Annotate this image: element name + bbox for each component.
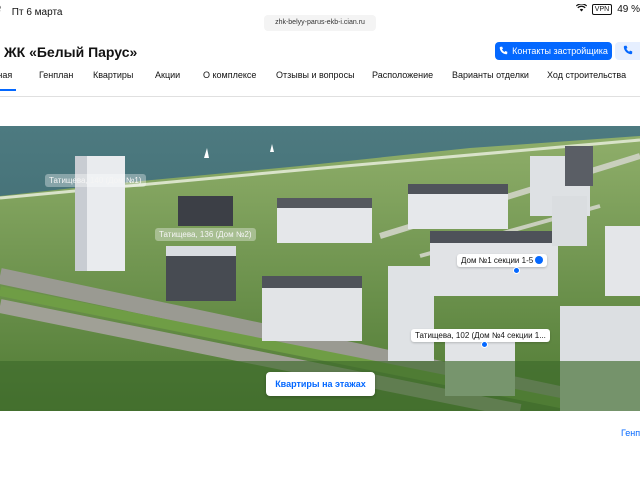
wifi-icon <box>575 3 587 15</box>
nav-item-construction[interactable]: Ход строительства <box>547 70 626 80</box>
aerial-render <box>0 126 640 411</box>
contacts-button-label: Контакты застройщика <box>512 46 608 56</box>
nav-item-apartments[interactable]: Квартиры <box>93 70 133 80</box>
nav-item-location[interactable]: Расположение <box>372 70 433 80</box>
url-bar[interactable]: zhk-belyy-parus-ekb-i.cian.ru <box>264 15 376 31</box>
building-label-1[interactable]: Татищева, 140 (Дом №1) <box>45 174 146 187</box>
hero-aerial-view[interactable]: Татищева, 140 (Дом №1) Татищева, 136 (До… <box>0 126 640 411</box>
battery-level: 49 % <box>617 4 640 15</box>
phone-icon <box>623 42 633 60</box>
status-left: 9:41 Пт 6 марта <box>0 4 62 18</box>
phone-icon <box>499 46 508 57</box>
building-label-4[interactable]: Татищева, 102 (Дом №4 секции 1... <box>411 329 550 342</box>
building-label-3[interactable]: Дом №1 секции 1-5 <box>457 254 548 267</box>
nav-item-home[interactable]: Главная <box>0 70 12 80</box>
nav-item-genplan[interactable]: Генплан <box>39 70 73 80</box>
status-time: 9:41 <box>0 4 1 15</box>
main-nav: Главная Генплан Квартиры Акции О комплек… <box>0 70 640 92</box>
nav-item-about[interactable]: О комплексе <box>203 70 256 80</box>
floors-button[interactable]: Квартиры на этажах <box>266 372 375 396</box>
pin-icon <box>535 256 544 264</box>
page-title[interactable]: ЖК «Белый Парус» <box>4 44 137 60</box>
map-marker-icon[interactable] <box>513 267 520 274</box>
building-label-2[interactable]: Татищева, 136 (Дом №2) <box>155 228 256 241</box>
nav-item-reviews[interactable]: Отзывы и вопросы <box>276 70 355 80</box>
active-tab-indicator <box>0 89 16 91</box>
contacts-button[interactable]: Контакты застройщика <box>495 42 612 60</box>
nav-item-promotions[interactable]: Акции <box>155 70 180 80</box>
vpn-badge: VPN <box>591 4 613 15</box>
nav-item-finishing[interactable]: Варианты отделки <box>452 70 529 80</box>
map-marker-icon[interactable] <box>481 341 488 348</box>
status-date: Пт 6 марта <box>11 7 63 18</box>
status-right: VPN 49 % <box>575 3 640 15</box>
genplan-link[interactable]: Генплан <box>621 428 640 438</box>
call-button[interactable] <box>615 42 640 60</box>
nav-divider <box>0 96 640 97</box>
building-label-3-text: Дом №1 секции 1-5 <box>461 256 534 265</box>
